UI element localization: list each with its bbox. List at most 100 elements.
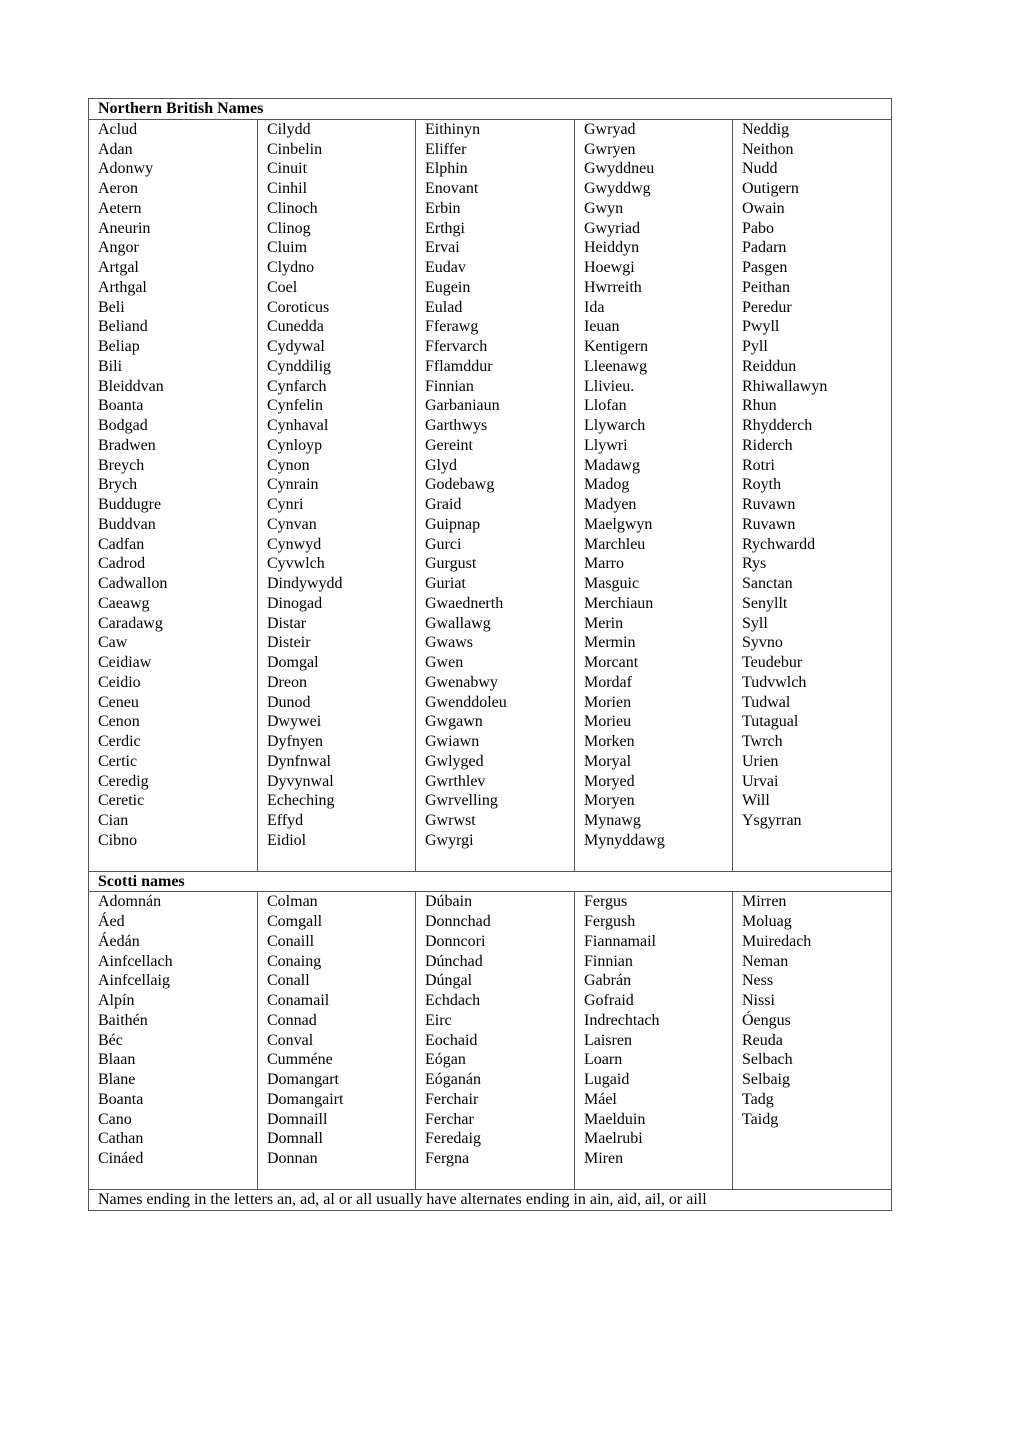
name-entry: Indrechtach [584, 1011, 660, 1029]
name-entry: Selbach [742, 1051, 793, 1069]
name-entry: Rhun [742, 397, 777, 415]
name-entry: Cyvwlch [267, 555, 325, 573]
name-entry: Gwen [425, 654, 464, 671]
name-entry: Aeron [98, 180, 138, 197]
name-entry: Cathan [98, 1130, 144, 1148]
name-entry: Gwgawn [425, 713, 483, 731]
name-entry: Marchleu [584, 535, 646, 553]
name-entry: Ceneu [98, 693, 139, 711]
name-entry: Ieuan [584, 318, 620, 336]
name-entry: Clinoch [267, 199, 318, 217]
name-entry: Cluim [267, 239, 308, 257]
name-column: Cilydd Cinbelin Cinuit Cinhil Clinoch Clinog C… [257, 118, 416, 872]
name-entry: Donnan [267, 1150, 318, 1167]
name-entry: Twrch [742, 733, 783, 750]
name-entry: Reuda [742, 1031, 783, 1049]
name-column: Colman Comgall Conaill Conaing Conall Conamai… [257, 891, 416, 1190]
name-column: Aclud Adan Adonwy Aeron Aetern Aneurin Angor Ar… [88, 118, 258, 872]
name-entry: Feredaig [425, 1130, 481, 1148]
name-entry: Arthgal [98, 278, 147, 296]
name-entry: Tudwal [742, 693, 791, 711]
name-entry: Conaill [267, 932, 315, 950]
name-entry: Cinuit [267, 160, 308, 178]
name-entry: Dunod [267, 693, 311, 711]
name-entry: Bili [98, 357, 123, 375]
name-entry: Peithan [742, 278, 790, 296]
name-entry: Boanta [98, 397, 144, 415]
name-entry: Buddvan [98, 515, 156, 533]
name-entry: Royth [742, 476, 782, 494]
name-entry: Morken [584, 733, 635, 750]
name-entry: Ceredig [98, 772, 149, 790]
name-entry: Dindywydd [267, 575, 343, 592]
name-entry: Pwyll [742, 318, 780, 336]
name-entry: Rys [742, 555, 767, 573]
name-entry: Fergus [584, 893, 628, 911]
name-entry: Cynfarch [267, 377, 327, 395]
name-entry: Blane [98, 1071, 136, 1088]
name-entry: Gwrwst [425, 812, 476, 829]
name-entry: Moluag [742, 913, 792, 930]
name-entry: Mynyddawg [584, 831, 665, 849]
name-entry: Clinog [267, 219, 311, 237]
name-entry: Tutagual [742, 713, 799, 731]
name-entry: Effyd [267, 812, 304, 829]
name-entry: Garthwys [425, 417, 488, 434]
name-entry: Domangart [267, 1071, 339, 1088]
name-entry: Dwywei [267, 713, 322, 731]
name-entry: Gwryad [584, 120, 636, 138]
name-entry: Ness [742, 972, 774, 990]
section-header-row: Scotti names [88, 870, 892, 893]
name-column: Fergus Fergush Fiannamail Finnian Gabrán Gofr… [574, 891, 733, 1190]
name-entry: Fergush [584, 913, 636, 930]
name-entry: Taidg [742, 1110, 779, 1128]
name-entry: Rotri [742, 456, 775, 474]
name-entry: Senyllt [742, 594, 788, 612]
name-entry: Mynawg [584, 812, 641, 829]
name-entry: Madawg [584, 456, 640, 474]
name-entry: Boanta [98, 1090, 144, 1108]
name-entry: Blaan [98, 1051, 136, 1069]
name-entry: Nissi [742, 992, 775, 1009]
name-entry: Domangairt [267, 1090, 344, 1108]
name-entry: Graid [425, 496, 462, 513]
name-entry: Dúngal [425, 972, 473, 990]
name-entry: Rhiwallawyn [742, 377, 828, 395]
section-header-row: Northern British Names [88, 98, 892, 120]
name-entry: Beli [98, 298, 125, 316]
name-entry: Gofraid [584, 992, 634, 1009]
footnote-row: Names ending in the letters an, ad, al o… [88, 1188, 892, 1211]
name-entry: Colman [267, 893, 318, 911]
name-entry: Lleenawg [584, 357, 648, 375]
name-entry: Domgal [267, 654, 319, 671]
name-entry: Eugein [425, 278, 471, 296]
section-title: Scotti names [88, 870, 892, 893]
name-entry: Echdach [425, 992, 481, 1009]
name-entry: Echeching [267, 792, 335, 810]
name-entry: Ida [584, 298, 605, 316]
name-entry: Gwyrgi [425, 831, 474, 849]
name-entry: Will [742, 792, 770, 810]
name-entry: Fferawg [425, 318, 479, 336]
name-entry: Heiddyn [584, 239, 640, 257]
name-entry: Kentigern [584, 338, 648, 355]
name-entry: Llywarch [584, 417, 646, 434]
name-entry: Neithon [742, 140, 794, 158]
name-entry: Cano [98, 1110, 132, 1128]
name-entry: Llywri [584, 436, 628, 454]
name-entry: Rhydderch [742, 417, 813, 434]
name-entry: Caw [98, 634, 128, 652]
name-entry: Tadg [742, 1090, 774, 1108]
name-entry: Beliand [98, 318, 148, 336]
name-entry: Adan [98, 140, 133, 158]
name-entry: Ceretic [98, 792, 145, 810]
name-entry: Artgal [98, 259, 139, 276]
name-entry: Muiredach [742, 932, 812, 950]
name-entry: Ferchair [425, 1090, 479, 1108]
name-entry: Gwryen [584, 140, 636, 158]
name-entry: Ceidio [98, 673, 141, 691]
name-entry: Urien [742, 752, 779, 770]
footnote: Names ending in the letters an, ad, al o… [88, 1188, 892, 1211]
name-entry: Guriat [425, 575, 466, 592]
name-entry: Cynvan [267, 515, 317, 533]
